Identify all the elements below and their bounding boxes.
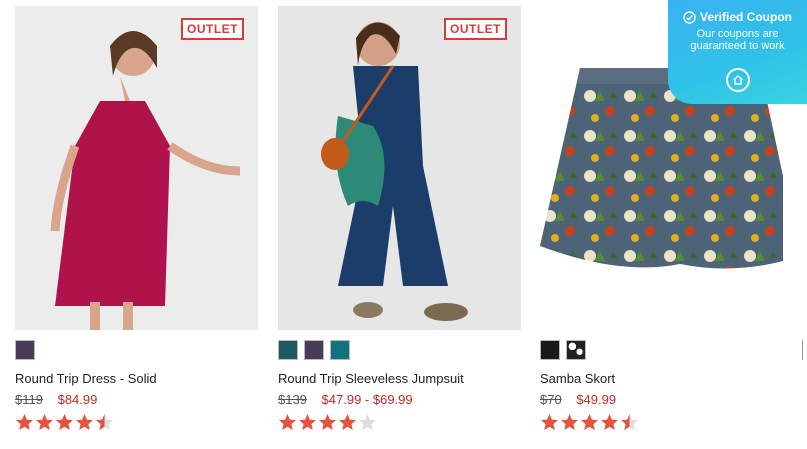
star-icon <box>36 414 53 430</box>
product-name[interactable]: Round Trip Sleeveless Jumpsuit <box>278 371 521 388</box>
star-icon <box>299 414 316 430</box>
product-image[interactable]: OUTLET <box>278 6 521 330</box>
coupon-title: Verified Coupon <box>668 10 807 24</box>
star-icon <box>601 414 618 430</box>
product-name[interactable]: Samba Skort <box>540 371 783 388</box>
star-icon <box>339 414 356 430</box>
product-price: $139 $47.99 - $69.99 <box>278 392 521 409</box>
original-price: $119 <box>15 392 43 407</box>
house-icon <box>733 75 743 85</box>
sale-price: $49.99 <box>576 392 617 407</box>
color-swatch[interactable] <box>304 340 324 360</box>
coupon-title-text: Verified Coupon <box>699 10 792 24</box>
coupon-subtitle: Our coupons are guaranteed to work <box>690 28 785 52</box>
product-name[interactable]: Round Trip Dress - Solid <box>15 371 258 388</box>
star-icon <box>319 414 336 430</box>
star-icon <box>359 414 376 430</box>
sale-price: $84.99 <box>57 392 98 407</box>
product-image[interactable]: OUTLET <box>15 6 258 330</box>
original-price: $139 <box>278 392 307 407</box>
star-rating <box>15 413 258 433</box>
star-icon <box>16 414 33 430</box>
model-dress-photo <box>15 6 258 330</box>
star-icon <box>581 414 598 430</box>
product-card[interactable]: OUTLET Round Trip Sleeveless Jumpsuit $1… <box>278 6 521 433</box>
color-swatch[interactable] <box>278 340 298 360</box>
home-icon[interactable] <box>726 68 750 92</box>
star-rating <box>278 413 521 433</box>
outlet-badge: OUTLET <box>181 18 244 40</box>
product-card[interactable]: OUTLET Round Trip Dress - Solid $119 $84… <box>15 6 258 433</box>
color-swatch[interactable] <box>540 340 560 360</box>
model-jumpsuit-photo <box>278 6 521 330</box>
star-icon <box>541 414 558 430</box>
check-circle-icon <box>683 10 696 24</box>
color-swatch-pattern[interactable] <box>566 340 586 360</box>
outlet-badge: OUTLET <box>444 18 507 40</box>
star-rating <box>540 413 783 433</box>
color-swatches <box>540 340 783 360</box>
star-icon <box>76 414 93 430</box>
color-swatch[interactable] <box>15 340 35 360</box>
star-icon <box>279 414 296 430</box>
color-swatches <box>15 340 258 360</box>
star-icon <box>56 414 73 430</box>
product-price: $119 $84.99 <box>15 392 258 409</box>
star-icon <box>96 414 113 430</box>
verified-coupon-banner[interactable]: Verified Coupon Our coupons are guarante… <box>668 0 807 104</box>
star-icon <box>621 414 638 430</box>
color-swatch[interactable] <box>330 340 350 360</box>
original-price: $70 <box>540 392 562 407</box>
star-icon <box>561 414 578 430</box>
sale-price: $47.99 - $69.99 <box>321 392 413 407</box>
color-swatches <box>278 340 521 360</box>
product-price: $70 $49.99 <box>540 392 783 409</box>
next-product-card-edge <box>802 340 807 360</box>
